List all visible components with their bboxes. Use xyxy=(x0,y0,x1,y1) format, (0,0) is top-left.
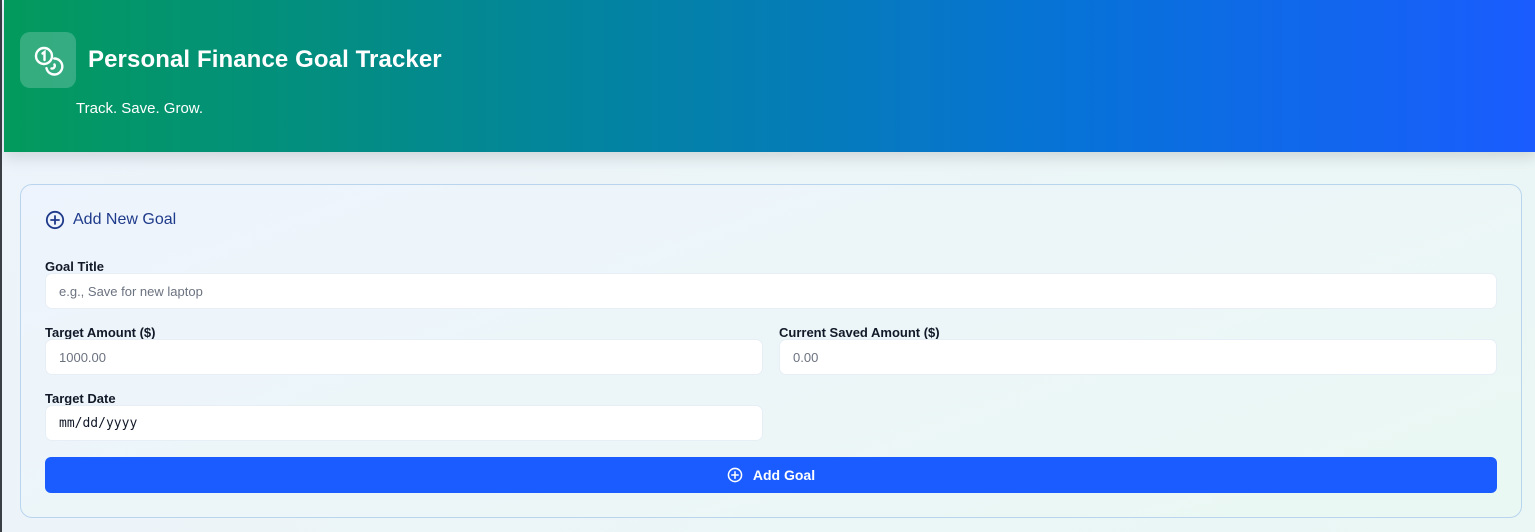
app-header: Personal Finance Goal Tracker Track. Sav… xyxy=(4,0,1535,152)
current-saved-input[interactable] xyxy=(779,339,1497,375)
goal-title-label: Goal Title xyxy=(45,259,104,274)
form-heading: Add New Goal xyxy=(45,209,176,231)
target-amount-label: Target Amount ($) xyxy=(45,325,156,340)
target-date-placeholder: mm/dd/yyyy xyxy=(59,415,138,431)
plus-circle-icon xyxy=(727,467,743,483)
app-subtitle: Track. Save. Grow. xyxy=(76,100,203,117)
app-title: Personal Finance Goal Tracker xyxy=(88,46,442,73)
add-goal-button[interactable]: Add Goal xyxy=(45,457,1497,493)
target-amount-input[interactable] xyxy=(45,339,763,375)
target-date-label: Target Date xyxy=(45,391,116,406)
form-title: Add New Goal xyxy=(73,211,177,228)
logo xyxy=(20,32,76,88)
current-saved-label: Current Saved Amount ($) xyxy=(779,325,940,340)
app-window: Personal Finance Goal Tracker Track. Sav… xyxy=(0,0,1535,532)
add-goal-form: Add New Goal Goal Title Target Amount ($… xyxy=(20,184,1522,518)
add-goal-label: Add Goal xyxy=(752,467,816,483)
plus-circle-icon xyxy=(45,210,65,230)
target-date-input[interactable]: mm/dd/yyyy xyxy=(45,405,763,441)
coins-icon xyxy=(34,46,64,76)
goal-title-input[interactable] xyxy=(45,273,1497,309)
